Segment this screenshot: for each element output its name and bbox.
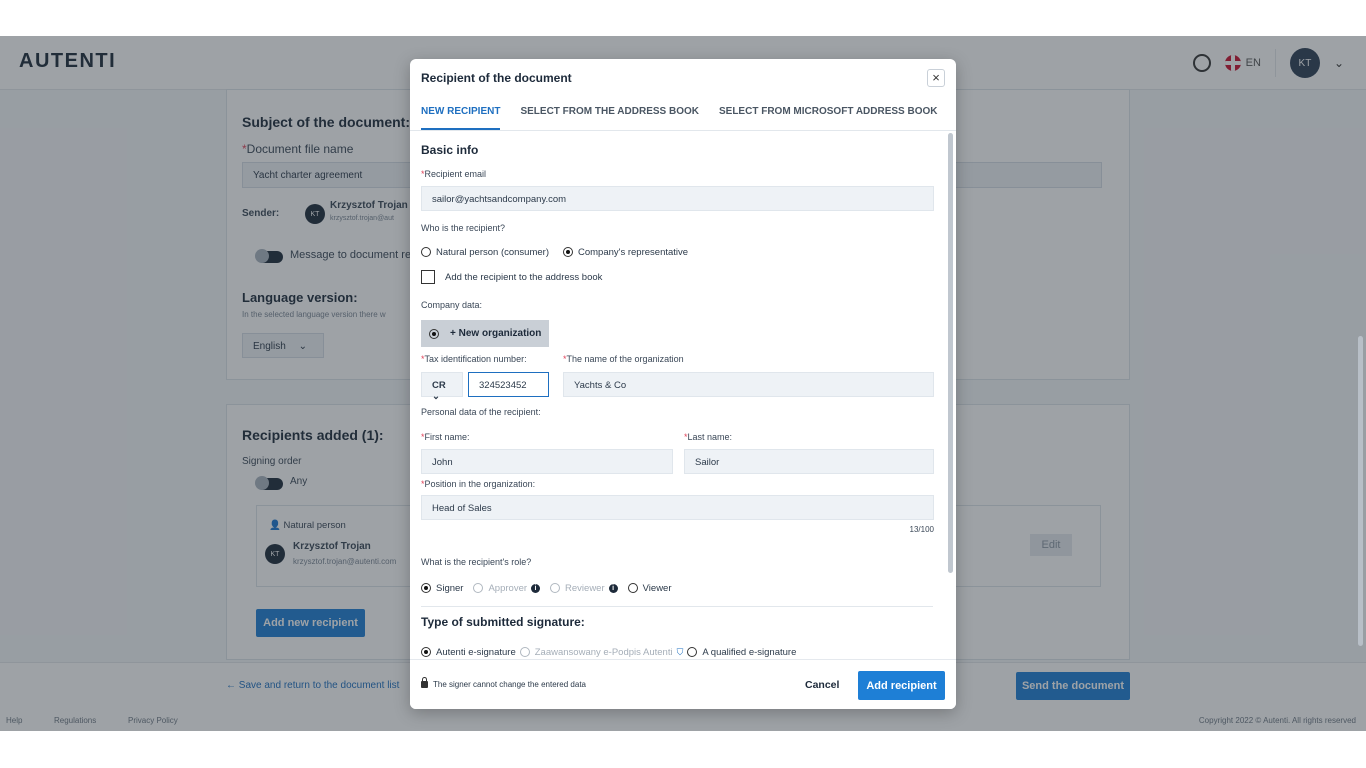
tab-microsoft-address-book[interactable]: SELECT FROM MICROSOFT ADDRESS BOOK [719,106,938,130]
close-icon[interactable]: × [927,69,945,87]
basic-info-title: Basic info [421,143,479,157]
recipient-modal: Recipient of the document × NEW RECIPIEN… [410,59,956,709]
tabs-divider [410,130,956,131]
reviewer-info-icon[interactable]: i [608,584,618,593]
org-name-input[interactable]: Yachts & Co [563,372,934,397]
email-label: *Recipient email [421,169,487,179]
radio-company-representative[interactable]: Company's representative [563,247,688,258]
new-organization-option[interactable]: + New organization [421,320,549,347]
modal-scrollbar[interactable] [948,133,953,573]
signature-title: Type of submitted signature: [421,615,585,629]
tax-country-select[interactable]: CR ⌄ [421,372,463,402]
org-name-label: *The name of the organization [563,354,684,364]
radio-natural-person[interactable]: Natural person (consumer) [421,247,549,258]
position-counter: 13/100 [909,525,934,534]
position-input[interactable]: Head of Sales [421,495,934,520]
first-name-label: *First name: [421,432,470,442]
radio-advanced-signature[interactable]: Zaawansowany e-Podpis Autenti [519,647,673,658]
approver-info-icon[interactable]: i [531,584,541,593]
who-label: Who is the recipient? [421,223,506,233]
radio-approver[interactable]: Approver [473,583,527,594]
lock-icon [421,677,428,688]
radio-signer[interactable]: Signer [421,583,463,594]
chevron-down-icon: ⌄ [432,391,440,402]
page-scrollbar[interactable] [1358,336,1363,646]
address-book-checkbox[interactable]: Add the recipient to the address book [421,270,602,284]
radio-autenti-signature[interactable]: Autenti e-signature [421,647,516,658]
certificate-icon: ⛉ [676,647,684,657]
last-name-input[interactable]: Sailor [684,449,934,474]
radio-reviewer[interactable]: Reviewer [550,583,605,594]
footer-note: The signer cannot change the entered dat… [421,677,586,689]
company-data-label: Company data: [421,300,483,310]
add-recipient-button[interactable]: Add recipient [858,671,945,700]
cancel-button[interactable]: Cancel [805,679,839,691]
modal-title: Recipient of the document [421,71,572,85]
position-label: *Position in the organization: [421,479,536,489]
modal-tabs: NEW RECIPIENT SELECT FROM THE ADDRESS BO… [421,106,938,130]
last-name-label: *Last name: [684,432,733,442]
signature-options: Autenti e-signature Zaawansowany e-Podpi… [421,647,796,658]
radio-qualified-signature[interactable]: A qualified e-signature [687,647,796,658]
personal-data-label: Personal data of the recipient: [421,407,541,417]
tab-address-book[interactable]: SELECT FROM THE ADDRESS BOOK [520,106,699,130]
tax-label: *Tax identification number: [421,354,527,364]
who-options: Natural person (consumer) Company's repr… [421,247,688,258]
modal-footer: The signer cannot change the entered dat… [410,659,956,709]
role-label: What is the recipient's role? [421,557,532,567]
role-options: Signer Approver i Reviewer i Viewer [421,583,672,594]
tab-new-recipient[interactable]: NEW RECIPIENT [421,106,501,130]
radio-viewer[interactable]: Viewer [627,583,672,594]
first-name-input[interactable]: John [421,449,673,474]
tax-number-input[interactable]: 324523452 [468,372,549,397]
email-input[interactable]: sailor@yachtsandcompany.com [421,186,934,211]
role-divider [421,606,933,607]
